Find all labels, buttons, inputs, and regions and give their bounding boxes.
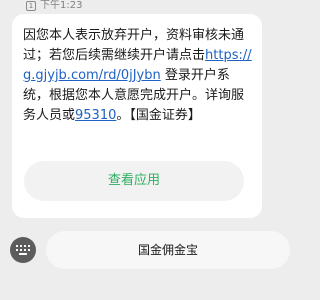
message-text-part3: 。【国金证券】 (116, 108, 201, 123)
message-text: 因您本人表示放弃开户，资料审核未通过；若您后续需继续开户请点击https://g… (23, 26, 255, 126)
message-header: 1 下午1:23 (0, 0, 300, 14)
service-menu-button[interactable]: 国金佣金宝 (46, 231, 290, 269)
message-bubble: 因您本人表示放弃开户，资料审核未通过；若您后续需继续开户请点击https://g… (12, 14, 262, 218)
message-time: 下午1:23 (40, 0, 83, 11)
phone-link[interactable]: 95310 (75, 108, 116, 123)
keyboard-toggle-button[interactable] (10, 237, 36, 263)
view-app-button[interactable]: 查看应用 (24, 161, 244, 201)
keyboard-icon (16, 245, 30, 255)
sim-card-icon: 1 (26, 1, 36, 11)
